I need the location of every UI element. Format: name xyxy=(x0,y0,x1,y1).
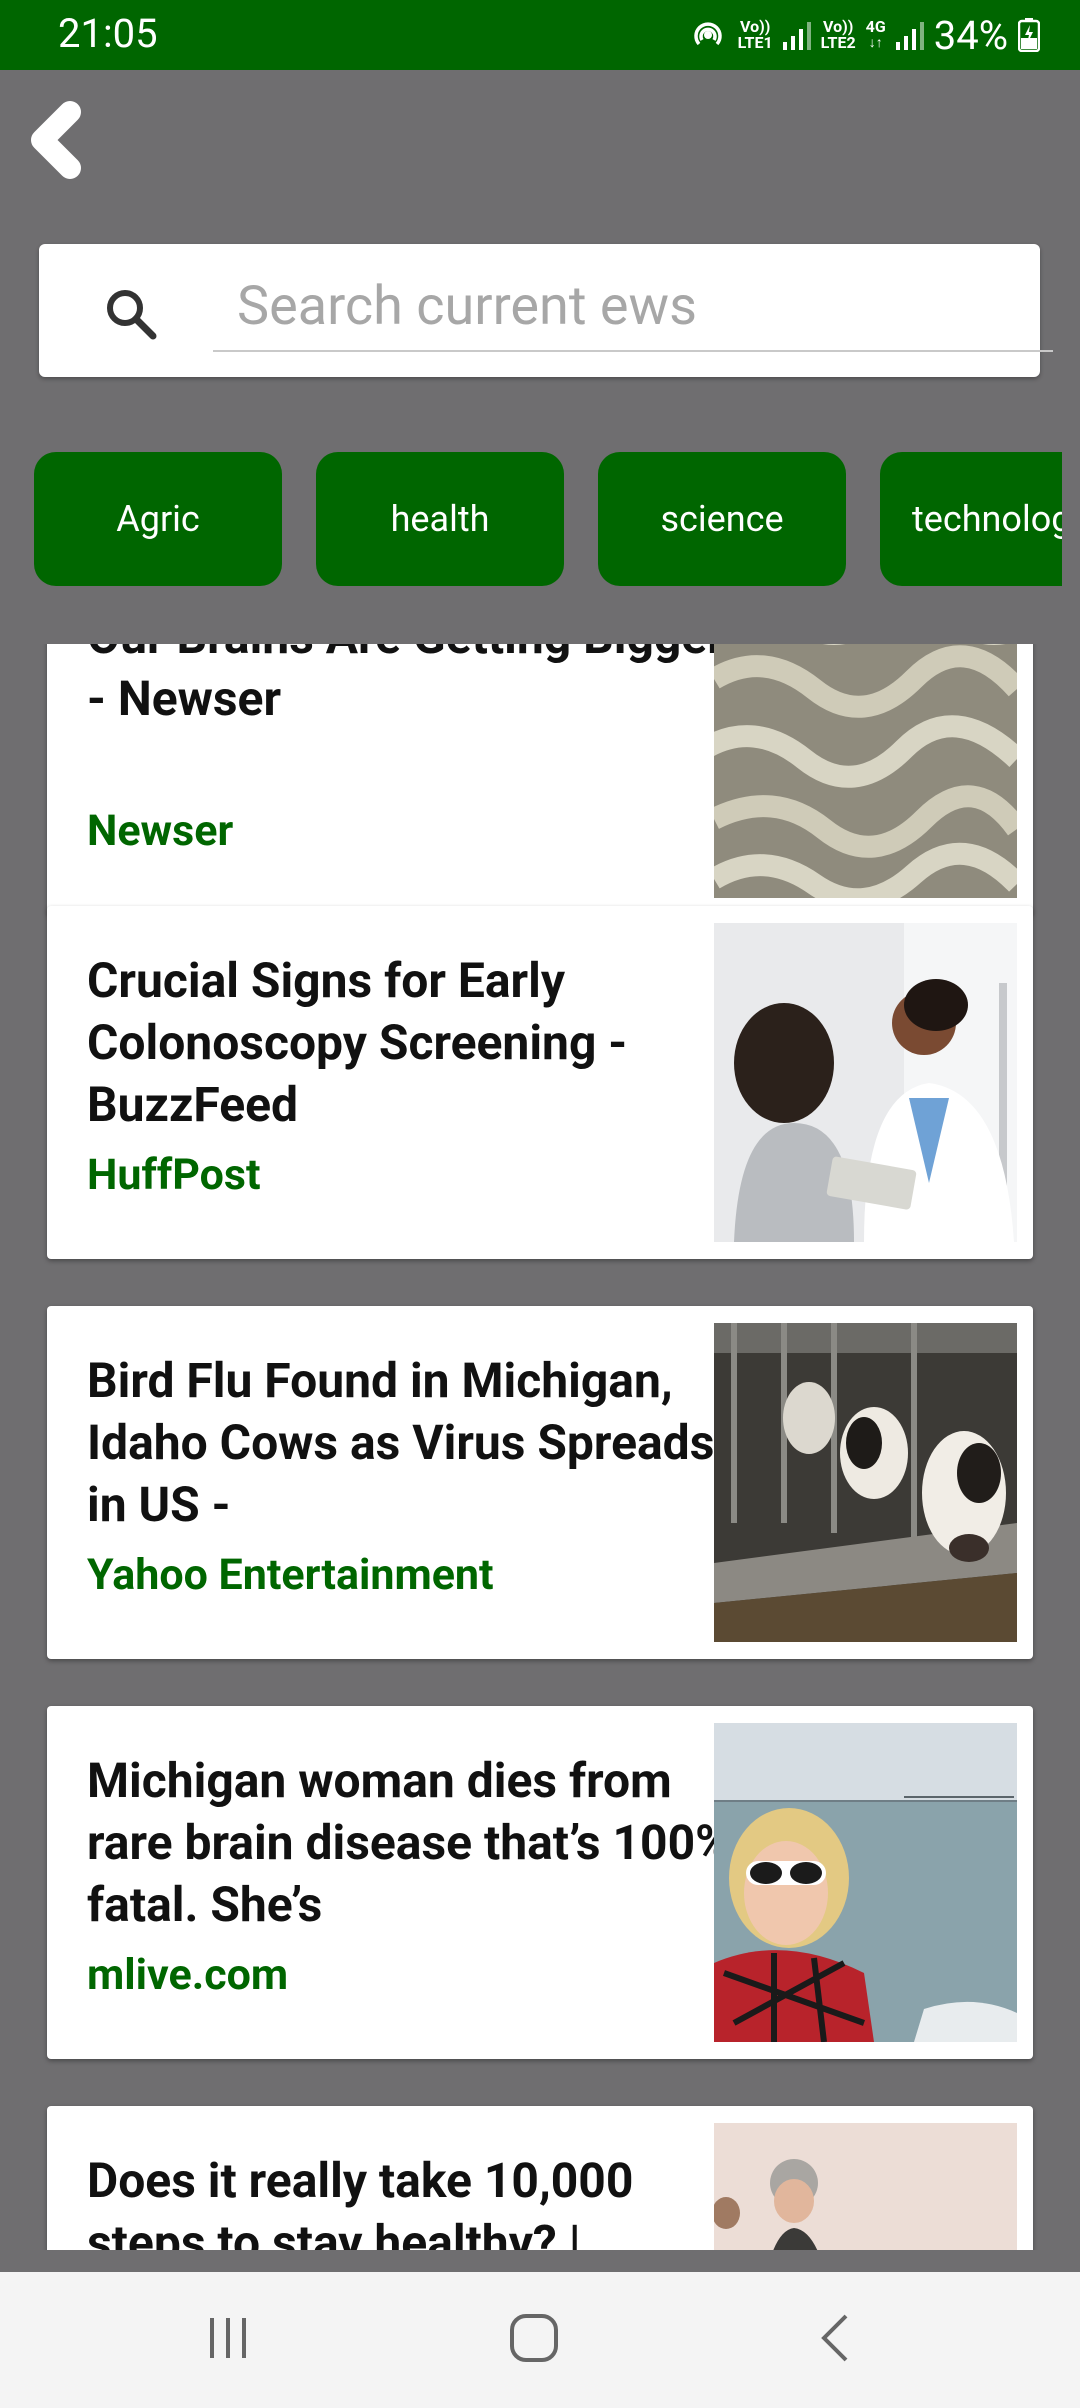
recent-apps-icon[interactable] xyxy=(204,2314,252,2362)
chevron-left-icon xyxy=(31,101,81,179)
sim1-volte-label: Vo)) LTE1 xyxy=(737,17,773,52)
news-title: Michigan woman dies from rare brain dise… xyxy=(87,1752,731,1933)
search-input[interactable] xyxy=(213,262,1053,352)
chip-technology[interactable]: technolog xyxy=(880,452,1062,586)
signal-strength-icon-sim1 xyxy=(782,22,811,50)
news-source: Newser xyxy=(87,806,234,856)
news-feed[interactable]: Our Brains Are Getting Bigger - Newser N… xyxy=(0,644,1080,2250)
news-title: Our Brains Are Getting Bigger - Newser xyxy=(87,644,725,727)
news-source: mlive.com xyxy=(87,1950,289,2000)
doctor-patient-image xyxy=(714,923,1017,1242)
news-source: HuffPost xyxy=(87,1150,261,1200)
network-type-label: 4G ↓↑ xyxy=(865,17,886,52)
news-card[interactable]: Bird Flu Found in Michigan, Idaho Cows a… xyxy=(47,1306,1033,1659)
system-navigation-bar xyxy=(0,2272,1080,2408)
chip-health[interactable]: health xyxy=(316,452,564,586)
search-icon xyxy=(107,290,157,340)
brain-texture-image xyxy=(714,644,1017,898)
news-title: Bird Flu Found in Michigan, Idaho Cows a… xyxy=(87,1352,715,1533)
category-chips: Agric health science technolog xyxy=(0,452,1062,588)
home-icon[interactable] xyxy=(508,2312,560,2364)
news-card[interactable]: Our Brains Are Getting Bigger - Newser N… xyxy=(47,644,1033,915)
news-source: Yahoo Entertainment xyxy=(87,1550,494,1600)
dairy-cows-image xyxy=(714,1323,1017,1642)
news-card[interactable]: Crucial Signs for Early Colonoscopy Scre… xyxy=(47,906,1033,1259)
hiker-image xyxy=(714,2123,1017,2250)
chip-science[interactable]: science xyxy=(598,452,846,586)
chip-agric[interactable]: Agric xyxy=(34,452,282,586)
news-title: Does it really take 10,000 steps to stay… xyxy=(87,2152,634,2250)
sim2-volte-label: Vo)) LTE2 xyxy=(820,17,856,52)
status-bar: 21:05 Vo)) LTE1 Vo)) LTE2 4G ↓↑ 34% xyxy=(0,0,1080,70)
signal-strength-icon-sim2 xyxy=(895,22,924,50)
search-bar xyxy=(39,244,1053,377)
back-button[interactable] xyxy=(24,98,96,182)
woman-by-lake-image xyxy=(714,1723,1017,2042)
status-icons: Vo)) LTE1 Vo)) LTE2 4G ↓↑ 34% xyxy=(688,8,1040,62)
news-card[interactable]: Michigan woman dies from rare brain dise… xyxy=(47,1706,1033,2059)
news-title: Crucial Signs for Early Colonoscopy Scre… xyxy=(87,952,628,1133)
battery-charging-icon xyxy=(1018,18,1040,52)
hotspot-icon xyxy=(693,22,722,46)
news-card[interactable]: Does it really take 10,000 steps to stay… xyxy=(47,2106,1033,2250)
battery-percent: 34% xyxy=(933,11,1008,59)
status-time: 21:05 xyxy=(58,10,158,57)
back-nav-icon[interactable] xyxy=(818,2312,854,2364)
